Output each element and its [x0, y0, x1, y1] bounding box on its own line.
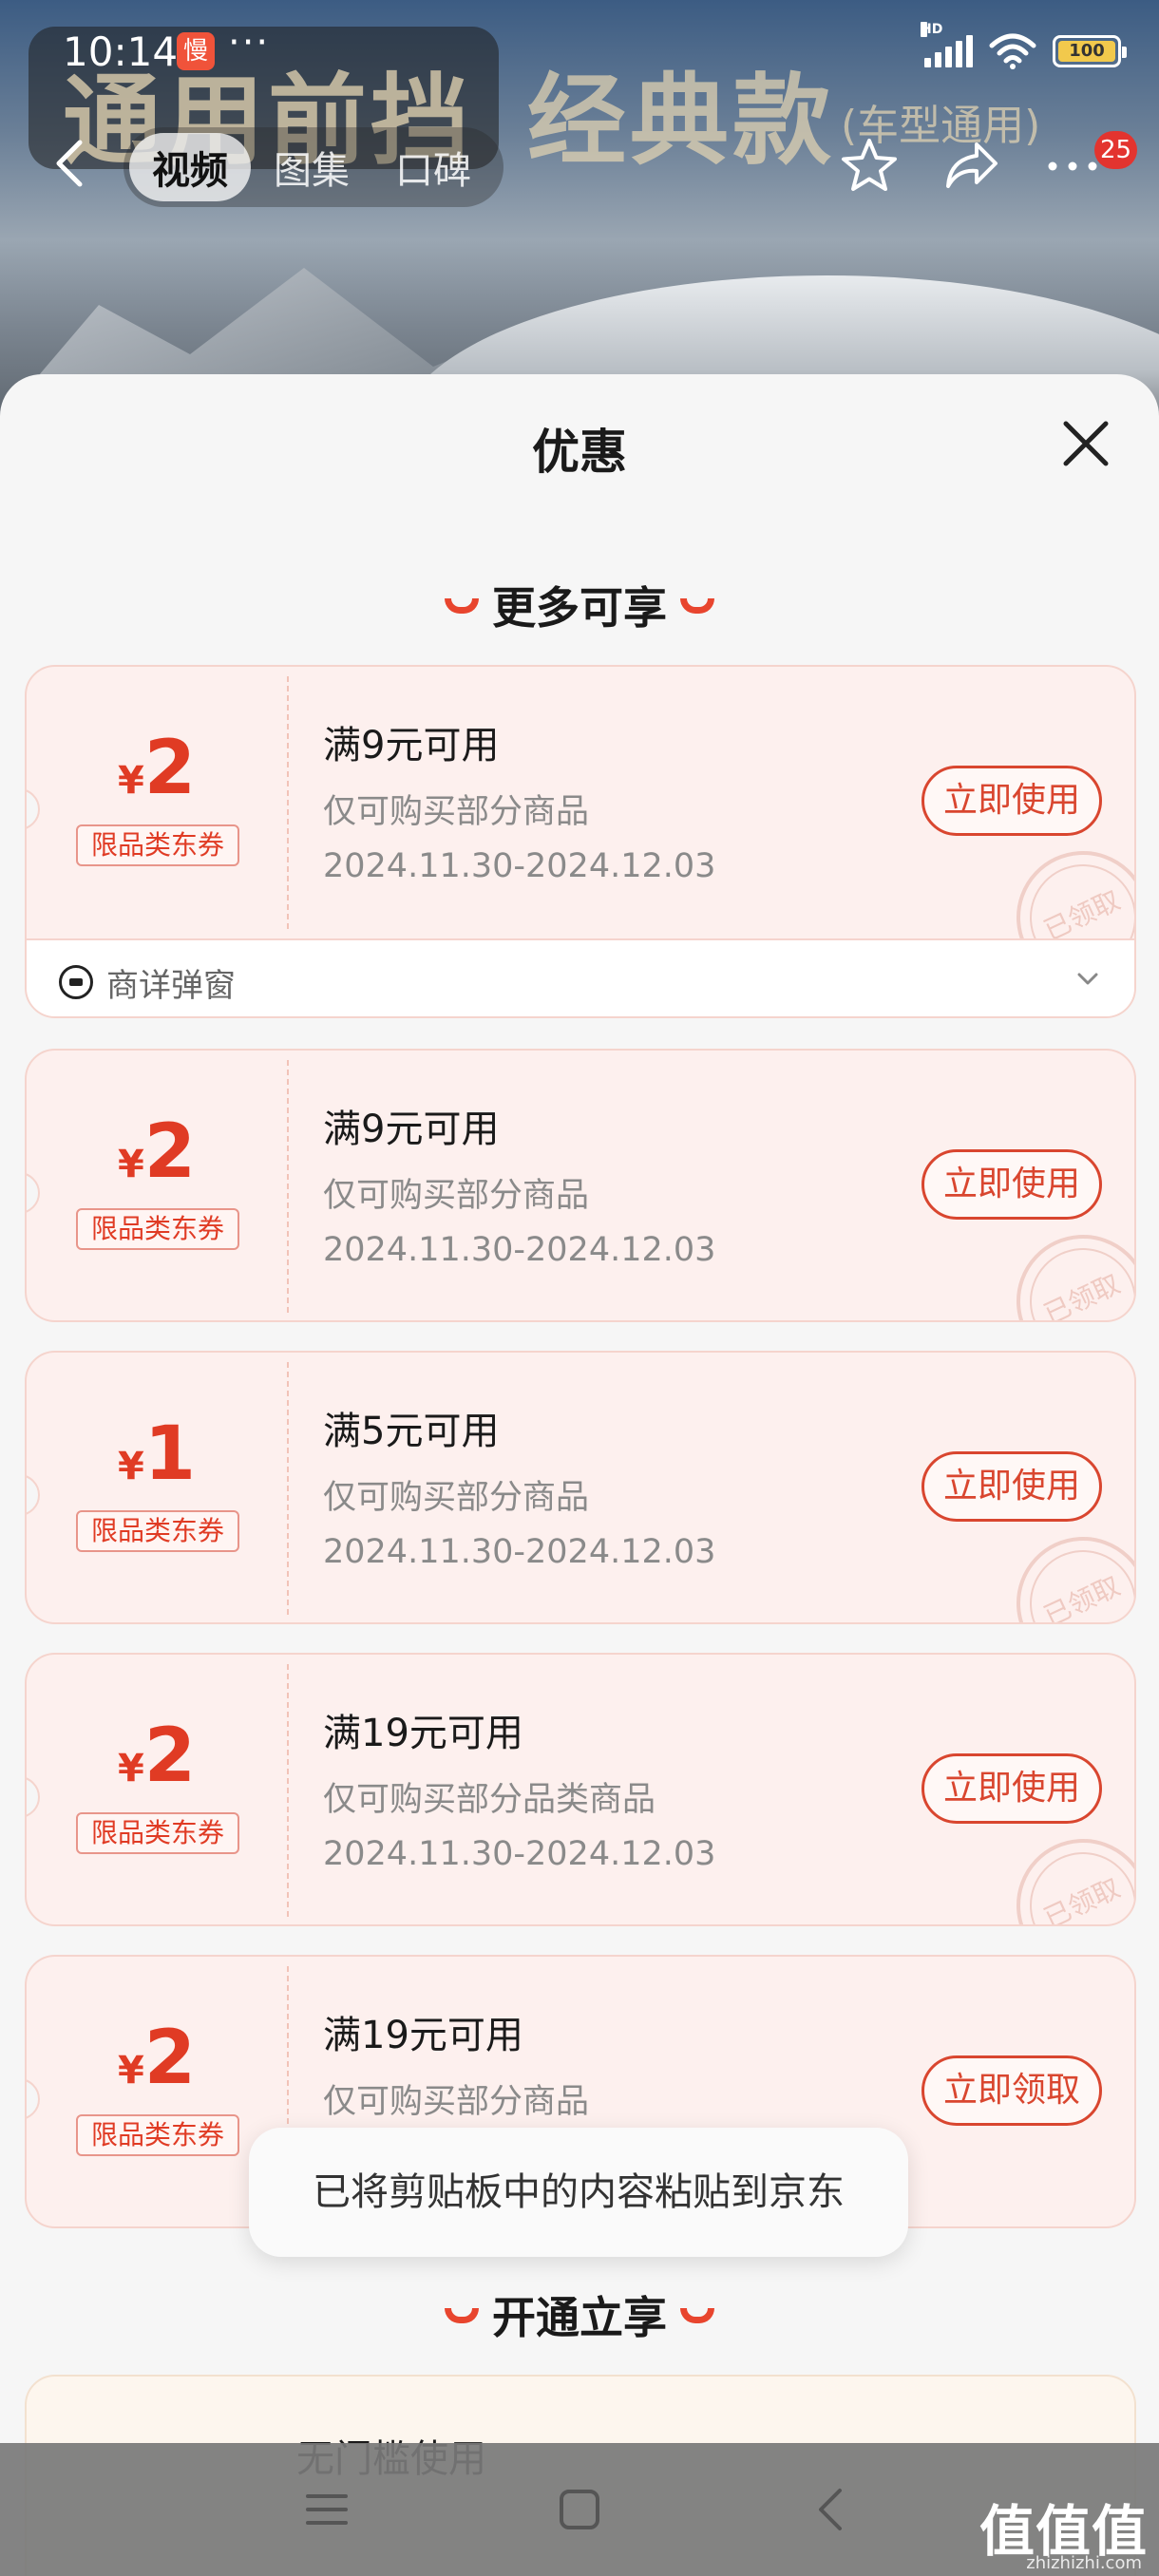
smile-icon: [445, 2307, 479, 2323]
currency-symbol: ¥: [117, 1445, 144, 1488]
chevron-down-icon[interactable]: [1075, 967, 1100, 992]
use-now-button[interactable]: 立即使用: [922, 766, 1102, 836]
coupon-condition: 满19元可用: [323, 2014, 523, 2057]
sheet-title: 优惠: [532, 425, 627, 480]
smile-icon: [680, 2307, 714, 2323]
coupon-body: ¥2 限品类东券 满9元可用 仅可购买部分商品 2024.11.30-2024.…: [27, 667, 1134, 1007]
coupon-card: ¥2 限品类东券 满9元可用 仅可购买部分商品 2024.11.30-2024.…: [25, 1049, 1136, 1322]
coupon-condition: 满5元可用: [323, 1410, 500, 1453]
footer-label: 商详弹窗: [106, 967, 236, 1005]
status-bar: 10:14 慢 ··· HD 100: [0, 0, 1159, 104]
watermark-url: zhizhizhi.com: [1026, 2553, 1142, 2573]
back-icon[interactable]: [806, 2483, 859, 2536]
coupon-amount: ¥2: [27, 726, 287, 811]
coupon-divider: [287, 676, 289, 929]
currency-symbol: ¥: [117, 759, 144, 803]
use-now-button[interactable]: 立即使用: [922, 1149, 1102, 1220]
coupon-type-tag: 限品类东券: [76, 1510, 239, 1552]
coupon-body: ¥1 限品类东券 满5元可用 仅可购买部分商品 2024.11.30-2024.…: [27, 1353, 1134, 1622]
media-tabs: 视频 图集 口碑: [124, 127, 504, 207]
tab-reviews[interactable]: 口碑: [372, 133, 494, 201]
coupon-amount: ¥2: [27, 2016, 287, 2101]
use-now-button[interactable]: 立即使用: [922, 1753, 1102, 1824]
wifi-icon: [989, 33, 1036, 69]
smile-icon: [445, 597, 479, 614]
section-header-more: 更多可享: [0, 574, 1159, 636]
close-icon[interactable]: [1058, 416, 1113, 471]
amount-value: 1: [143, 1411, 197, 1497]
amount-value: 2: [143, 2016, 197, 2101]
star-icon[interactable]: [838, 135, 901, 198]
coupon-scope: 仅可购买部分商品: [323, 1479, 590, 1517]
coupon-condition: 满19元可用: [323, 1712, 523, 1755]
back-arrow-icon[interactable]: [48, 135, 91, 192]
message-count-badge: 25: [1094, 131, 1138, 169]
coupon-card: ¥2 限品类东券 满19元可用 仅可购买部分品类商品 2024.11.30-20…: [25, 1653, 1136, 1926]
coupon-scope: 仅可购买部分商品: [323, 793, 590, 831]
currency-symbol: ¥: [117, 2049, 144, 2093]
coupon-amount: ¥2: [27, 1109, 287, 1195]
coupon-amount: ¥2: [27, 1714, 287, 1799]
section-header-open: 开通立享: [0, 2283, 1159, 2346]
tab-gallery[interactable]: 图集: [251, 133, 372, 201]
coupon-footer[interactable]: 商详弹窗: [27, 938, 1134, 1016]
claimed-stamp: 已领取: [994, 1816, 1134, 1924]
battery-level: 100: [1058, 41, 1115, 62]
coupon-body: ¥2 限品类东券 满9元可用 仅可购买部分商品 2024.11.30-2024.…: [27, 1051, 1134, 1320]
amount-value: 2: [143, 1714, 197, 1799]
popup-icon: [59, 965, 93, 999]
amount-value: 2: [143, 1109, 197, 1195]
claimed-stamp: 已领取: [994, 1212, 1134, 1320]
coupon-date: 2024.11.30-2024.12.03: [323, 1533, 716, 1571]
coupon-card: ¥2 限品类东券 满9元可用 仅可购买部分商品 2024.11.30-2024.…: [25, 665, 1136, 1018]
coupon-date: 2024.11.30-2024.12.03: [323, 1231, 716, 1269]
claimed-stamp: 已领取: [994, 1514, 1134, 1622]
home-icon[interactable]: [553, 2483, 606, 2536]
status-time: 10:14: [63, 28, 179, 75]
coupon-card: ¥1 限品类东券 满5元可用 仅可购买部分商品 2024.11.30-2024.…: [25, 1351, 1136, 1624]
use-now-button[interactable]: 立即使用: [922, 1451, 1102, 1522]
battery-icon: 100: [1053, 35, 1127, 67]
claim-now-button[interactable]: 立即领取: [922, 2055, 1102, 2126]
coupon-divider: [287, 1362, 289, 1615]
coupon-body: ¥2 限品类东券 满19元可用 仅可购买部分品类商品 2024.11.30-20…: [27, 1655, 1134, 1924]
more-notifications-icon: ···: [228, 21, 271, 65]
coupon-scope: 仅可购买部分品类商品: [323, 1781, 656, 1819]
coupon-amount: ¥1: [27, 1411, 287, 1497]
signal-icon: HD: [921, 22, 973, 67]
coupon-type-tag: 限品类东券: [76, 1208, 239, 1250]
coupon-divider: [287, 1664, 289, 1917]
coupon-type-tag: 限品类东券: [76, 1812, 239, 1854]
app-notification-icon: 慢: [177, 32, 215, 70]
amount-value: 2: [143, 726, 197, 811]
coupon-date: 2024.11.30-2024.12.03: [323, 1835, 716, 1873]
coupon-divider: [287, 1060, 289, 1313]
tab-video[interactable]: 视频: [129, 133, 251, 201]
coupon-condition: 满9元可用: [323, 1108, 500, 1151]
status-icons: HD 100: [921, 22, 1127, 72]
section-title: 更多可享: [492, 582, 667, 634]
currency-symbol: ¥: [117, 1143, 144, 1186]
coupon-scope: 仅可购买部分商品: [323, 2083, 590, 2121]
coupon-condition: 满9元可用: [323, 724, 500, 767]
share-icon[interactable]: [940, 135, 1003, 198]
clipboard-toast: 已将剪贴板中的内容粘贴到京东: [249, 2128, 908, 2257]
coupon-date: 2024.11.30-2024.12.03: [323, 847, 716, 885]
section-title: 开通立享: [492, 2292, 667, 2343]
coupon-scope: 仅可购买部分商品: [323, 1177, 590, 1215]
smile-icon: [680, 597, 714, 614]
currency-symbol: ¥: [117, 1747, 144, 1790]
menu-icon[interactable]: [300, 2483, 353, 2536]
network-label: HD: [921, 22, 943, 37]
coupon-type-tag: 限品类东券: [76, 2114, 239, 2156]
coupon-type-tag: 限品类东券: [76, 824, 239, 866]
